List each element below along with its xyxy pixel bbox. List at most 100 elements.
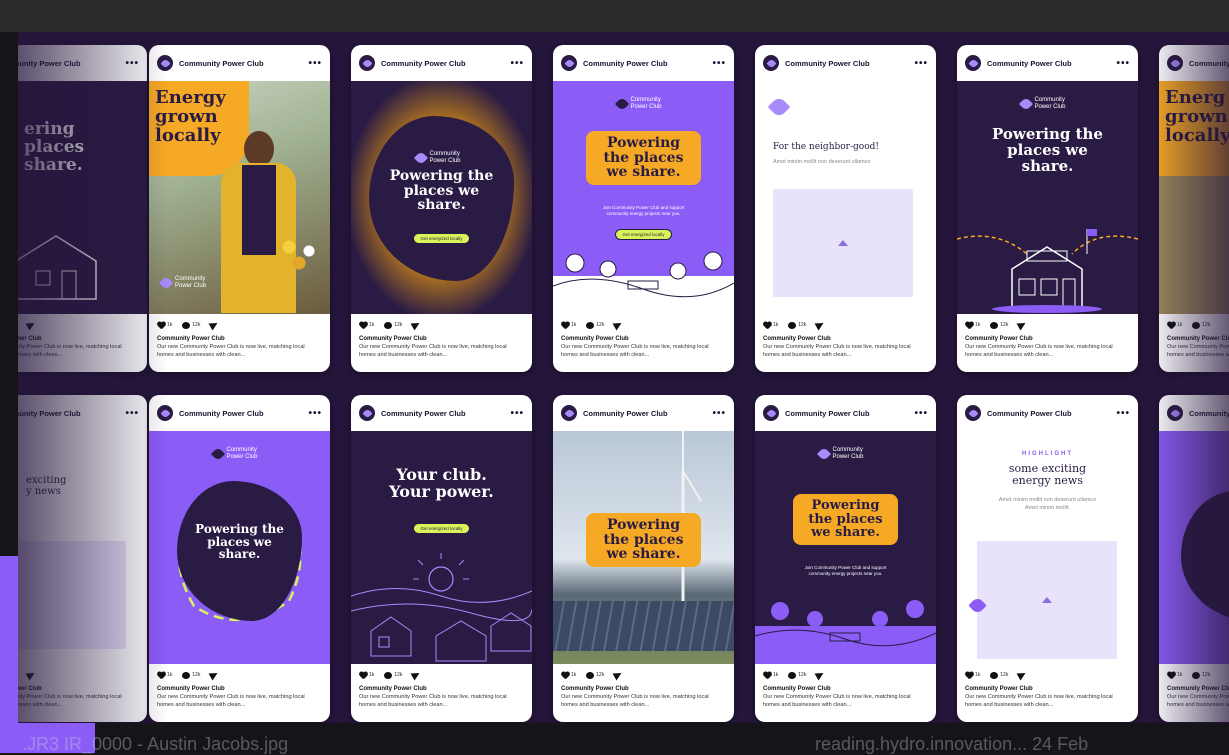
account-name: Community Power Club: [179, 408, 264, 418]
post-card-highlight-news[interactable]: Community Power Club ••• HIGHLIGHT some …: [957, 395, 1138, 722]
heart-icon[interactable]: [965, 322, 973, 329]
post-media: ering places share.: [18, 81, 147, 314]
share-icon[interactable]: [612, 669, 624, 681]
file-label-right: reading.hydro.innovation... 24 Feb: [815, 734, 1089, 754]
town-illustration: [351, 553, 532, 662]
share-icon[interactable]: [25, 669, 37, 681]
post-actions: 1k 12k: [359, 669, 524, 681]
share-icon[interactable]: [208, 319, 220, 331]
more-options-icon[interactable]: •••: [308, 58, 322, 69]
share-icon[interactable]: [1016, 669, 1028, 681]
share-icon[interactable]: [814, 319, 826, 331]
more-options-icon[interactable]: •••: [1116, 58, 1130, 69]
more-options-icon[interactable]: •••: [308, 408, 322, 419]
post-actions: 1k 12k: [763, 319, 928, 331]
caption-account: Community Power Club: [561, 336, 629, 342]
post-media: [1159, 431, 1229, 664]
brand-avatar-icon: [763, 405, 779, 421]
share-icon[interactable]: [1016, 319, 1028, 331]
post-card-powering-glow[interactable]: Community Power Club ••• Community Power…: [351, 45, 532, 372]
post-card-energy-grown[interactable]: Community Power Club ••• Energy grown lo…: [149, 45, 330, 372]
headline: Powering the places we share.: [586, 131, 701, 186]
brand-avatar-icon: [965, 55, 981, 71]
brand-avatar-icon: [561, 55, 577, 71]
heart-icon[interactable]: [359, 672, 367, 679]
comment-icon[interactable]: [586, 321, 595, 329]
share-icon[interactable]: [612, 319, 624, 331]
post-card-neighbor-good[interactable]: Community Power Club ••• For the neighbo…: [755, 45, 936, 372]
brand-avatar-icon: [1167, 55, 1183, 71]
share-icon[interactable]: [814, 669, 826, 681]
more-options-icon[interactable]: •••: [510, 408, 524, 419]
post-actions: 1k 12k: [157, 669, 322, 681]
heart-icon[interactable]: [561, 322, 569, 329]
heart-icon[interactable]: [763, 672, 771, 679]
comment-icon[interactable]: [182, 321, 191, 329]
comment-icon[interactable]: [990, 321, 999, 329]
comment-icon[interactable]: [182, 671, 191, 679]
caption-account: Community Power Club: [1167, 336, 1229, 342]
comment-icon[interactable]: [788, 671, 797, 679]
post-card-powering-blob[interactable]: Community Power Club ••• Community Power…: [149, 395, 330, 722]
heart-icon[interactable]: [763, 322, 771, 329]
more-options-icon[interactable]: •••: [712, 58, 726, 69]
post-card-your-club[interactable]: Community Power Club ••• Your club. Your…: [351, 395, 532, 722]
share-icon[interactable]: [208, 669, 220, 681]
cta-button[interactable]: Get energized locally: [615, 229, 672, 240]
post-card-powering-turbine[interactable]: Community Power Club ••• Powering the pl…: [553, 395, 734, 722]
more-options-icon[interactable]: •••: [1116, 408, 1130, 419]
account-name: Community Power Club: [1189, 408, 1229, 418]
post-actions: 1k 12k: [763, 669, 928, 681]
comment-icon[interactable]: [788, 321, 797, 329]
share-icon[interactable]: [410, 319, 422, 331]
post-card-powering-house[interactable]: Community Power Club ••• Community Power…: [957, 45, 1138, 372]
comment-icon[interactable]: [384, 321, 393, 329]
post-media: Energ grown locally: [1159, 81, 1229, 314]
post-card-partial-left-2[interactable]: Community Power Club ••• exciting y news…: [18, 395, 147, 722]
caption-text: Our new Community Power Club is now live…: [359, 694, 507, 708]
post-card-partial-left-1[interactable]: Community Power Club ••• ering places sh…: [18, 45, 147, 372]
partial-headline-line: places: [24, 136, 85, 157]
comment-icon[interactable]: [1192, 321, 1201, 329]
post-header: Community Power Club: [1159, 45, 1229, 81]
caption-account: Community Power Club: [965, 686, 1033, 692]
heart-icon[interactable]: [157, 672, 165, 679]
more-options-icon[interactable]: •••: [125, 58, 139, 69]
post-header: Community Power Club •••: [553, 45, 734, 81]
post-card-partial-right-1[interactable]: Community Power Club Energ grown locally…: [1159, 45, 1229, 372]
heart-icon[interactable]: [1167, 672, 1175, 679]
share-icon[interactable]: [25, 319, 37, 331]
more-options-icon[interactable]: •••: [510, 58, 524, 69]
more-options-icon[interactable]: •••: [712, 408, 726, 419]
caption-account: Community Power Club: [1167, 686, 1229, 692]
heart-icon[interactable]: [157, 322, 165, 329]
share-icon[interactable]: [410, 669, 422, 681]
solar-panels: [553, 601, 734, 651]
comment-icon[interactable]: [990, 671, 999, 679]
cta-button[interactable]: Get energized locally: [413, 523, 470, 534]
heart-icon[interactable]: [359, 322, 367, 329]
heart-icon[interactable]: [561, 672, 569, 679]
post-card-partial-right-2[interactable]: Community Power Club 1k 12k Community Po…: [1159, 395, 1229, 722]
account-name: Community Power Club: [987, 408, 1072, 418]
heart-icon[interactable]: [965, 672, 973, 679]
heart-icon[interactable]: [1167, 322, 1175, 329]
account-name: Community Power Club: [18, 408, 81, 418]
comment-icon[interactable]: [586, 671, 595, 679]
house-illustration: [957, 229, 1138, 313]
post-header: Community Power Club •••: [957, 395, 1138, 431]
cta-button[interactable]: Get energized locally: [413, 233, 470, 244]
comment-icon[interactable]: [1192, 671, 1201, 679]
post-card-powering-purple[interactable]: Community Power Club ••• Community Power…: [553, 45, 734, 372]
post-actions: 1k 12k: [1167, 319, 1229, 331]
more-options-icon[interactable]: •••: [914, 408, 928, 419]
post-media: Community Power Club Powering the places…: [149, 431, 330, 664]
more-options-icon[interactable]: •••: [125, 408, 139, 419]
caption-text: Our new Community Power Club is now live…: [1167, 694, 1229, 708]
account-name: Community Power Club: [179, 58, 264, 68]
house-illustration: [18, 235, 97, 300]
comment-icon[interactable]: [384, 671, 393, 679]
more-options-icon[interactable]: •••: [914, 58, 928, 69]
post-card-powering-people[interactable]: Community Power Club ••• Community Power…: [755, 395, 936, 722]
image-placeholder-icon: [1042, 597, 1052, 603]
